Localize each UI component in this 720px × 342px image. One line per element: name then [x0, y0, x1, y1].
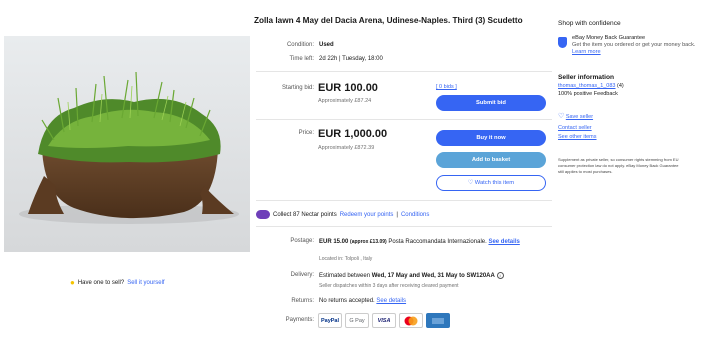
item-location: Located in: Tolpoli , Italy [319, 256, 373, 262]
save-seller-row[interactable]: ♡ Save seller [558, 111, 698, 124]
buy-it-now-button[interactable]: Buy it now [436, 130, 546, 146]
divider [256, 71, 552, 72]
submit-bid-button[interactable]: Submit bid [436, 95, 546, 111]
seller-actions: ♡ Save seller Contact seller See other i… [558, 111, 698, 143]
seller-name-link[interactable]: thomas_thomas_1_083 [558, 83, 615, 89]
condition-label: Condition: [286, 42, 314, 48]
shop-with-confidence-title: Shop with confidence [558, 20, 621, 27]
returns-value: No returns accepted. See details [319, 298, 406, 304]
nectar-conditions-link[interactable]: Conditions [401, 212, 429, 218]
nectar-icon [256, 210, 270, 219]
grass-turf-image [4, 36, 250, 252]
listing-title: Zolla lawn 4 May del Dacia Arena, Udines… [254, 16, 523, 25]
time-left-value: 2d 22h | Tuesday, 18:00 [319, 56, 383, 62]
nectar-separator: | [396, 211, 398, 218]
add-to-basket-button[interactable]: Add to basket [436, 152, 546, 168]
product-image[interactable] [4, 36, 250, 252]
learn-more-link[interactable]: Learn more [572, 49, 695, 56]
guarantee-title: eBay Money Back Guarantee [572, 35, 646, 41]
starting-bid-approx: Approximately £87.24 [318, 98, 372, 104]
postage-method: Posta Raccomandata Internazionale. [388, 239, 487, 245]
postage-details-link[interactable]: See details [488, 239, 519, 245]
starting-bid-price: EUR 100.00 [318, 82, 378, 94]
buy-now-price: EUR 1,000.00 [318, 128, 388, 140]
price-label: Price: [298, 130, 314, 136]
info-icon[interactable]: i [496, 272, 504, 279]
paypal-icon: PayPal [318, 313, 342, 328]
save-seller-link[interactable]: Save seller [566, 114, 593, 120]
payment-methods: PayPal G Pay VISA [318, 313, 450, 328]
delivery-prefix: Estimated between [319, 273, 371, 279]
divider [256, 200, 552, 201]
sell-it-yourself-link[interactable]: Sell it yourself [127, 280, 164, 286]
returns-label: Returns: [291, 298, 314, 304]
private-seller-notice: Supplement as private seller, so consume… [558, 157, 679, 175]
have-one-text: Have one to sell? [77, 279, 125, 286]
money-back-guarantee: eBay Money Back Guarantee Get the item y… [558, 35, 698, 56]
postage-price: EUR 15.00 [319, 239, 349, 245]
buy-now-approx: Approximately £872.39 [318, 145, 375, 151]
see-other-items-link[interactable]: See other items [558, 133, 698, 143]
postage-label: Postage: [290, 238, 314, 244]
condition-value: Used [319, 42, 334, 48]
payments-label: Payments: [285, 317, 314, 323]
watch-item-button[interactable]: ♡ Watch this item [436, 175, 546, 191]
dispatch-note: Seller dispatches within 3 days after re… [319, 283, 459, 289]
divider [256, 226, 552, 227]
seller-feedback: 100% positive Feedback [558, 90, 618, 97]
have-one-to-sell: ● Have one to sell? Sell it yourself [70, 278, 165, 287]
lightbulb-icon: ● [70, 278, 75, 287]
postage-approx: (approx £13.09) [350, 239, 387, 245]
returns-text: No returns accepted. [319, 298, 375, 304]
bids-count-link[interactable]: [ 0 bids ] [436, 84, 457, 90]
guarantee-subtitle: Get the item you ordered or get your mon… [572, 41, 696, 48]
right-sidebar: Shop with confidence eBay Money Back Gua… [558, 20, 698, 175]
contact-seller-link[interactable]: Contact seller [558, 124, 698, 134]
nectar-row: Collect 87 Nectar points Redeem your poi… [256, 210, 429, 219]
seller-name-row: thomas_thomas_1_083 (4) [558, 83, 698, 89]
nectar-text: Collect 87 Nectar points [273, 211, 337, 218]
time-left-label: Time left: [289, 56, 314, 62]
visa-icon: VISA [372, 313, 396, 328]
mastercard-icon [399, 313, 423, 328]
heart-icon: ♡ [558, 112, 565, 120]
shield-icon [558, 37, 567, 48]
redeem-points-link[interactable]: Redeem your points [340, 212, 394, 218]
delivery-label: Delivery: [290, 272, 314, 278]
seller-information-title: Seller information [558, 73, 615, 81]
delivery-value: Estimated between Wed, 17 May and Wed, 3… [319, 272, 504, 279]
returns-details-link[interactable]: See details [376, 298, 406, 304]
seller-score: (4) [617, 82, 624, 89]
amex-icon [426, 313, 450, 328]
google-pay-icon: G Pay [345, 313, 369, 328]
delivery-date-range: Wed, 17 May and Wed, 31 May to SW120AA [371, 273, 495, 279]
postage-value: EUR 15.00 (approx £13.09) Posta Raccoman… [319, 238, 539, 246]
divider [256, 119, 552, 120]
starting-bid-label: Starting bid: [281, 85, 314, 91]
